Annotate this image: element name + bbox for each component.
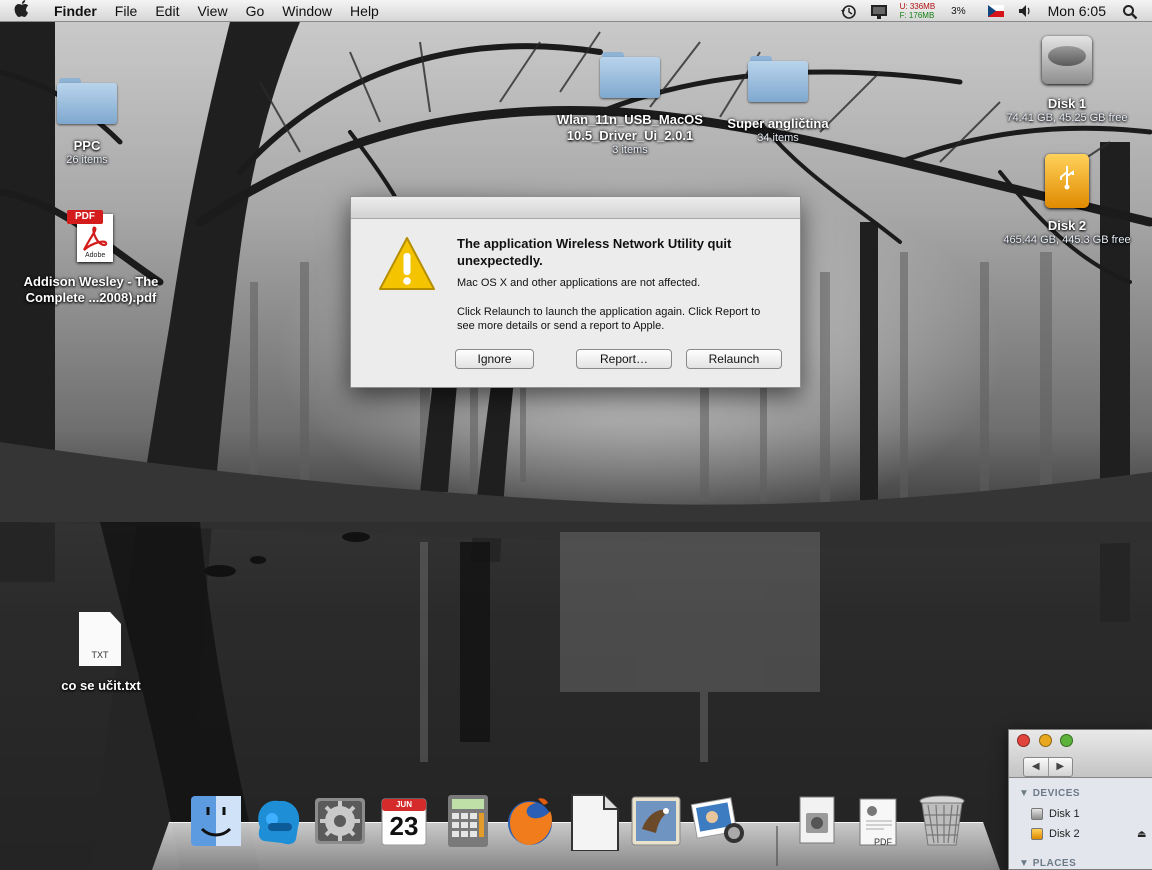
disk-capacity: 465.44 GB, 445.3 GB free bbox=[1003, 234, 1131, 246]
crash-alert-dialog: The application Wireless Network Utility… bbox=[350, 196, 801, 388]
disk-capacity: 74.41 GB, 45.25 GB free bbox=[1006, 112, 1128, 124]
sidebar-item-disk1[interactable]: Disk 1 bbox=[1031, 806, 1080, 822]
system-preferences-icon[interactable] bbox=[312, 793, 368, 851]
desktop-disk-1[interactable]: Disk 1 74.41 GB, 45.25 GB free bbox=[992, 32, 1142, 125]
forward-button[interactable]: ▶ bbox=[1049, 758, 1073, 776]
folder-item-count: 3 items bbox=[612, 144, 648, 156]
menu-file[interactable]: File bbox=[115, 3, 138, 19]
pdf-file-icon: PDF Adobe bbox=[63, 210, 119, 266]
menu-window[interactable]: Window bbox=[282, 3, 332, 19]
ical-icon[interactable]: JUN 23 bbox=[376, 793, 432, 851]
desktop-disk-2[interactable]: Disk 2 465.44 GB, 445.3 GB free bbox=[990, 152, 1144, 247]
sidebar-section-devices[interactable]: ▼ DEVICES bbox=[1019, 788, 1080, 799]
desktop-folder-ppc[interactable]: PPC 26 items bbox=[37, 78, 137, 167]
desktop-file-pdf[interactable]: PDF Adobe Addison Wesley - The Complete … bbox=[8, 210, 174, 306]
calendar-month: JUN bbox=[395, 800, 412, 809]
sidebar-section-places[interactable]: ▼ PLACES bbox=[1019, 858, 1076, 869]
finder-window: ◀ ▶ ▼ DEVICES Disk 1 Disk 2 ⏏ ▼ PLACES bbox=[1008, 729, 1152, 870]
devices-header: DEVICES bbox=[1032, 788, 1081, 799]
disk-label: Disk 2 bbox=[1047, 218, 1087, 233]
openoffice-icon[interactable] bbox=[566, 793, 622, 852]
hard-disk-icon bbox=[1040, 32, 1094, 86]
documents-stack-icon[interactable]: PDF bbox=[852, 793, 908, 851]
ignore-button[interactable]: Ignore bbox=[455, 349, 534, 369]
iphoto-icon[interactable] bbox=[690, 793, 746, 851]
menu-app-finder[interactable]: Finder bbox=[54, 3, 97, 19]
desktop-file-txt[interactable]: TXT co se učit.txt bbox=[52, 612, 150, 694]
places-header: PLACES bbox=[1032, 858, 1077, 869]
folder-icon bbox=[57, 78, 117, 124]
dialog-detail-text: Click Relaunch to launch the application… bbox=[457, 306, 761, 332]
usb-disk-icon bbox=[1040, 152, 1094, 210]
finder-titlebar[interactable]: ◀ ▶ bbox=[1009, 730, 1152, 778]
folder-label-line1: Wlan_11n_USB_MacOS bbox=[557, 112, 703, 127]
back-forward-control[interactable]: ◀ ▶ bbox=[1023, 757, 1073, 777]
dialog-title: The application Wireless Network Utility… bbox=[457, 236, 732, 268]
mail-icon[interactable] bbox=[628, 793, 684, 851]
skype-icon[interactable] bbox=[250, 793, 306, 851]
sidebar-item-label: Disk 1 bbox=[1049, 808, 1080, 820]
calendar-day: 23 bbox=[389, 811, 419, 841]
folder-item-count: 34 items bbox=[757, 132, 799, 144]
czech-flag-icon[interactable] bbox=[987, 4, 1006, 18]
display-icon[interactable] bbox=[870, 4, 888, 19]
folder-icon bbox=[748, 56, 808, 102]
dialog-info-text: Mac OS X and other applications are not … bbox=[457, 277, 701, 289]
file-label-line1: Addison Wesley - The bbox=[23, 274, 159, 289]
preview-icon[interactable] bbox=[790, 793, 846, 851]
memory-free: F: 176MB bbox=[899, 11, 935, 20]
pdf-stack-label: PDF bbox=[874, 837, 892, 847]
menu-bar: Finder File Edit View Go Window Help U: … bbox=[0, 0, 1152, 22]
eject-icon[interactable]: ⏏ bbox=[1137, 829, 1146, 840]
minimize-icon[interactable] bbox=[1039, 734, 1052, 747]
usb-disk-icon bbox=[1031, 828, 1043, 840]
usb-symbol-icon bbox=[1060, 166, 1074, 190]
desktop-folder-super-anglictina[interactable]: Super angličtina 34 items bbox=[718, 56, 838, 145]
menu-edit[interactable]: Edit bbox=[155, 3, 179, 19]
volume-icon[interactable] bbox=[1018, 4, 1036, 18]
sidebar-item-disk2[interactable]: Disk 2 ⏏ bbox=[1031, 826, 1151, 842]
memory-used: U: 336MB bbox=[899, 2, 936, 11]
txt-badge: TXT bbox=[91, 650, 109, 660]
zoom-icon[interactable] bbox=[1060, 734, 1073, 747]
menubar-clock[interactable]: Mon 6:05 bbox=[1048, 3, 1106, 19]
folder-item-count: 26 items bbox=[66, 154, 108, 166]
desktop-folder-wlan[interactable]: Wlan_11n_USB_MacOS 10.5_Driver_Ui_2.0.1 … bbox=[545, 52, 715, 157]
folder-label: Super angličtina bbox=[727, 116, 829, 131]
adobe-label: Adobe bbox=[85, 252, 106, 259]
finder-icon[interactable] bbox=[188, 793, 244, 851]
menu-view[interactable]: View bbox=[197, 3, 227, 19]
apple-icon[interactable] bbox=[14, 0, 36, 22]
dock-separator bbox=[776, 826, 778, 866]
memory-monitor[interactable]: U: 336MB F: 176MB bbox=[900, 2, 936, 20]
relaunch-button[interactable]: Relaunch bbox=[686, 349, 782, 369]
firefox-icon[interactable] bbox=[502, 793, 558, 851]
trash-icon[interactable] bbox=[914, 793, 970, 851]
time-machine-icon[interactable] bbox=[840, 4, 858, 19]
acrobat-logo-icon bbox=[83, 226, 108, 251]
file-label: co se učit.txt bbox=[61, 678, 141, 693]
menu-go[interactable]: Go bbox=[246, 3, 265, 19]
close-icon[interactable] bbox=[1017, 734, 1030, 747]
spotlight-icon[interactable] bbox=[1122, 4, 1140, 20]
file-label-line2: Complete ...2008).pdf bbox=[25, 290, 157, 305]
folder-icon bbox=[600, 52, 660, 98]
menu-help[interactable]: Help bbox=[350, 3, 379, 19]
sidebar-item-label: Disk 2 bbox=[1049, 828, 1080, 840]
folder-label-line2: 10.5_Driver_Ui_2.0.1 bbox=[566, 128, 694, 143]
disk-label: Disk 1 bbox=[1047, 96, 1087, 111]
text-file-icon: TXT bbox=[79, 612, 123, 668]
calculator-icon[interactable] bbox=[440, 793, 496, 851]
cpu-usage[interactable]: 3% bbox=[951, 6, 965, 17]
folder-label: PPC bbox=[73, 138, 101, 153]
hard-disk-icon bbox=[1031, 808, 1043, 820]
warning-icon bbox=[377, 235, 437, 298]
dialog-titlebar[interactable] bbox=[351, 197, 800, 219]
pdf-badge: PDF bbox=[67, 210, 103, 224]
back-button[interactable]: ◀ bbox=[1024, 758, 1049, 776]
report-button[interactable]: Report… bbox=[576, 349, 672, 369]
